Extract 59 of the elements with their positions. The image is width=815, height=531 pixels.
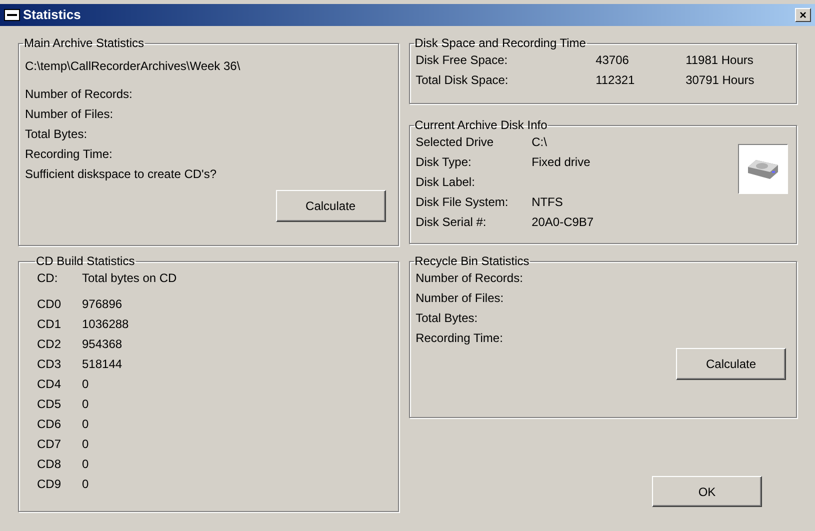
field-label: Selected Drive — [416, 134, 495, 151]
cd-name: CD2 — [37, 336, 62, 353]
cd-name: CD1 — [37, 316, 62, 333]
field-label: Disk File System: — [416, 194, 510, 211]
group-title: Disk Space and Recording Time — [414, 36, 587, 50]
group-title: Recycle Bin Statistics — [414, 254, 530, 268]
ok-button[interactable]: OK — [652, 476, 762, 507]
field-label: Disk Label: — [416, 174, 476, 191]
field-label: Disk Free Space: — [416, 52, 509, 69]
group-title: Main Archive Statistics — [23, 36, 146, 50]
stat-label: Number of Records: — [25, 86, 134, 103]
cd-bytes: 1036288 — [82, 316, 129, 333]
cd-bytes: 976896 — [82, 296, 122, 313]
cd-bytes: 0 — [82, 476, 89, 493]
cd-name: CD0 — [37, 296, 62, 313]
column-header: CD: — [37, 270, 59, 287]
group-title: Current Archive Disk Info — [414, 118, 548, 132]
field-label: Disk Type: — [416, 154, 472, 171]
hard-drive-icon — [746, 157, 780, 181]
cd-bytes: 0 — [82, 396, 89, 413]
field-label: Total Disk Space: — [416, 72, 510, 89]
cd-name: CD7 — [37, 436, 62, 453]
cd-name: CD3 — [37, 356, 62, 373]
field-label: Disk Serial #: — [416, 214, 488, 231]
field-value: 112321 — [596, 72, 636, 89]
field-value: NTFS — [532, 194, 563, 211]
cd-name: CD5 — [37, 396, 62, 413]
stat-label: Number of Files: — [25, 106, 114, 123]
cd-bytes: 518144 — [82, 356, 122, 373]
calculate-button[interactable]: Calculate — [676, 348, 786, 380]
field-value: 20A0-C9B7 — [532, 214, 594, 231]
cd-bytes: 0 — [82, 376, 89, 393]
field-value: Fixed drive — [532, 154, 590, 171]
cd-bytes: 0 — [82, 416, 89, 433]
close-button[interactable]: × — [795, 8, 811, 22]
stat-label: Number of Records: — [416, 270, 524, 287]
archive-path: C:\temp\CallRecorderArchives\Week 36\ — [25, 58, 242, 75]
hours-value: 30791 Hours — [686, 72, 754, 89]
cd-name: CD9 — [37, 476, 62, 493]
group-title: CD Build Statistics — [35, 254, 136, 268]
window-icon — [4, 9, 20, 21]
cd-bytes: 954368 — [82, 336, 122, 353]
window-title: Statistics — [23, 6, 81, 24]
stat-label: Total Bytes: — [25, 126, 88, 143]
cd-name: CD4 — [37, 376, 62, 393]
cd-bytes: 0 — [82, 456, 89, 473]
stat-label: Recording Time: — [416, 330, 504, 347]
calculate-button[interactable]: Calculate — [276, 190, 386, 222]
cd-name: CD8 — [37, 456, 62, 473]
field-value: C:\ — [532, 134, 547, 151]
stat-label: Number of Files: — [416, 290, 505, 307]
field-value: 43706 — [596, 52, 630, 69]
stat-label: Sufficient diskspace to create CD's? — [25, 166, 218, 183]
stat-label: Total Bytes: — [416, 310, 479, 327]
column-header: Total bytes on CD — [82, 270, 177, 287]
cd-name: CD6 — [37, 416, 62, 433]
stat-label: Recording Time: — [25, 146, 114, 163]
cd-bytes: 0 — [82, 436, 89, 453]
hours-value: 11981 Hours — [686, 52, 754, 69]
